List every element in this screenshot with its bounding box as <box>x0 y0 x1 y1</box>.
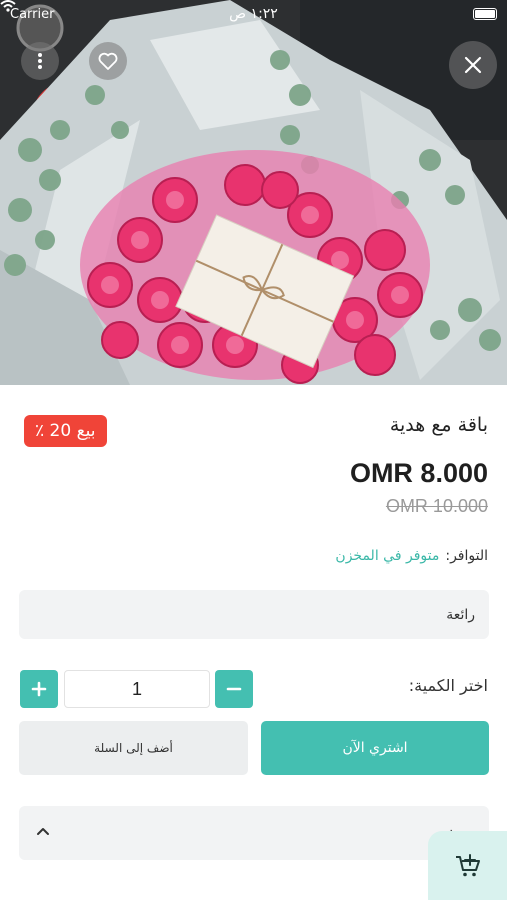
bouquet-illustration <box>0 0 507 385</box>
chevron-up-icon[interactable] <box>36 826 50 836</box>
buy-now-button[interactable]: اشتري الآن <box>261 721 489 775</box>
close-button[interactable] <box>449 41 497 89</box>
wifi-icon <box>0 0 16 12</box>
floating-cart-button[interactable] <box>428 831 507 900</box>
quantity-increase-button[interactable] <box>20 670 58 708</box>
availability-label: التوافر: <box>445 548 488 564</box>
quantity-decrease-button[interactable] <box>215 670 253 708</box>
current-price: OMR 8.000 <box>349 458 488 488</box>
availability: التوافر: متوفر في المخزن <box>335 548 488 564</box>
favorite-button[interactable] <box>89 42 127 80</box>
add-to-cart-button[interactable]: أضف إلى السلة <box>19 721 248 775</box>
minus-icon <box>226 687 242 691</box>
description-accordion[interactable]: وصف <box>19 806 489 860</box>
close-icon <box>464 56 482 74</box>
product-image: Carrier ١:٢٢ ص <box>0 0 507 385</box>
quantity-label: اختر الكمية: <box>408 676 488 695</box>
availability-value: متوفر في المخزن <box>335 548 440 564</box>
status-time: ١:٢٢ ص <box>229 6 278 22</box>
product-title: باقة مع هدية <box>389 414 488 436</box>
quantity-input[interactable]: 1 <box>64 670 210 708</box>
cart-add-icon <box>455 853 480 876</box>
option-value: رائعة <box>446 606 475 623</box>
more-button[interactable] <box>21 42 59 80</box>
plus-icon <box>31 681 47 697</box>
status-bar: Carrier ١:٢٢ ص <box>0 0 507 28</box>
battery-icon <box>473 8 497 20</box>
option-select[interactable]: رائعة <box>19 590 489 639</box>
heart-icon <box>98 52 118 70</box>
old-price: OMR 10.000 <box>385 496 488 516</box>
sale-badge: بيع 20 ٪ <box>24 415 107 447</box>
carrier-label: Carrier <box>10 6 55 22</box>
more-vertical-icon <box>38 53 42 69</box>
